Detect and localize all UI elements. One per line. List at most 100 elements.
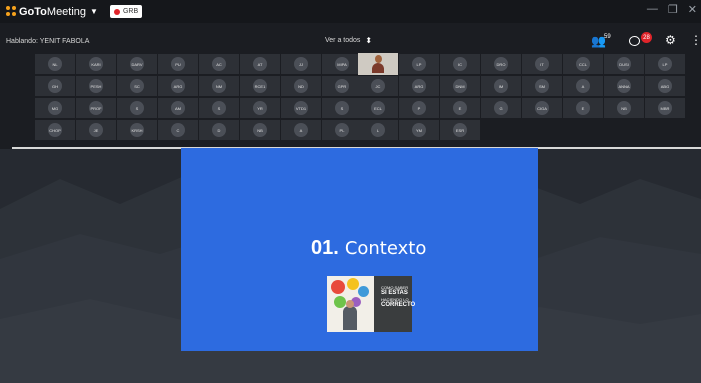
chat-icon[interactable] [629,36,640,46]
participant-tile[interactable]: KRSH [117,120,157,140]
participant-initials: ABG [658,79,672,93]
close-icon[interactable]: ✕ [688,3,697,16]
participant-initials: A [294,123,308,137]
participant-tile[interactable]: ECL [358,98,398,118]
participant-tile[interactable]: PL [322,120,362,140]
participant-initials: CIGA [535,101,549,115]
view-all-toggle[interactable]: Ver a todos ⬍ [325,36,372,45]
chevron-down-icon[interactable]: ▼ [90,7,98,16]
participant-initials: IM [494,79,508,93]
participant-tile[interactable]: ARG [399,76,439,96]
participant-initials: LP [658,57,672,71]
participant-initials: JJ [294,57,308,71]
participant-initials: NM [212,79,226,93]
minimize-icon[interactable]: — [647,3,658,16]
participant-tile[interactable]: E [563,98,603,118]
participant-initials: AM [171,101,185,115]
participant-tile[interactable]: YM [399,120,439,140]
participant-initials: PESH [89,79,103,93]
participant-tile[interactable]: SC [117,76,157,96]
participant-initials: GH [48,79,62,93]
participant-tile[interactable]: ABG [645,76,685,96]
participant-tile[interactable]: ND [281,76,321,96]
participant-initials: C [171,123,185,137]
participant-tile[interactable]: IT [522,54,562,74]
participant-initials: IC [453,57,467,71]
participant-tile[interactable]: KARI [76,54,116,74]
participant-tile[interactable]: E [440,98,480,118]
participant-tile[interactable]: AM [158,98,198,118]
participant-tile[interactable]: IM [481,76,521,96]
participant-tile[interactable]: LP [399,54,439,74]
participant-initials: YR [253,101,267,115]
participant-initials: S [130,101,144,115]
participant-tile[interactable]: DNM [440,76,480,96]
participant-tile[interactable]: C [158,120,198,140]
participants-count: 59 [604,34,611,40]
logo-bold-text: GoTo [19,5,47,18]
participant-tile[interactable]: PROF [76,98,116,118]
participant-video-tile[interactable] [358,53,398,75]
participant-tile[interactable]: VTD1 [281,98,321,118]
participant-initials: CCL [576,57,590,71]
participant-tile[interactable]: G [481,98,521,118]
participant-tile[interactable]: A [563,76,603,96]
participant-tile[interactable]: ANNA [604,76,644,96]
recording-button[interactable]: GRB [109,5,143,18]
participant-initials: JC [371,79,385,93]
participant-tile[interactable]: D [199,120,239,140]
participant-tile[interactable]: JC [358,76,398,96]
participant-tile[interactable]: MG [35,98,75,118]
logo-regular-text: Meeting [46,5,87,18]
participant-tile[interactable]: JJ [281,54,321,74]
participant-tile[interactable]: S [199,98,239,118]
participant-tile[interactable]: ESR [440,120,480,140]
participant-tile[interactable]: YR [240,98,280,118]
app-logo[interactable]: GoTo Meeting ▼ [6,6,98,18]
participant-tile[interactable]: NB [240,120,280,140]
participant-tile[interactable]: CIGA [522,98,562,118]
participant-tile[interactable]: SM [522,76,562,96]
window-controls: — ❐ ✕ [647,3,697,16]
participant-tile[interactable]: S [117,98,157,118]
book-line-2: SI ESTAS [381,290,408,296]
participant-initials: S [335,101,349,115]
slide-title: Contexto [344,238,427,259]
participant-tile[interactable]: IC [440,54,480,74]
participant-tile[interactable]: NM [199,76,239,96]
participant-tile[interactable]: NL [35,54,75,74]
participant-tile[interactable]: NB [604,98,644,118]
participant-initials: MG [48,101,62,115]
participant-initials: PU [171,57,185,71]
participant-tile[interactable]: PU [158,54,198,74]
participant-tile[interactable]: DARV [117,54,157,74]
participant-tile[interactable]: L [358,120,398,140]
participant-tile[interactable]: MBR [645,98,685,118]
participant-tile[interactable]: AC [199,54,239,74]
participant-tile[interactable]: AT [240,54,280,74]
participant-initials: YM [412,123,426,137]
settings-gear-icon[interactable]: ⚙ [665,33,676,47]
participant-initials: KARI [89,57,103,71]
participant-tile[interactable]: P [399,98,439,118]
participant-tile[interactable]: GH [35,76,75,96]
participant-tile[interactable]: A [281,120,321,140]
participant-tile[interactable]: ARG [158,76,198,96]
more-options-icon[interactable]: ⋮ [690,33,701,47]
slide-heading: 01. Contexto [311,237,426,260]
participant-tile[interactable]: CHOP [35,120,75,140]
participant-tile[interactable]: DUSI [604,54,644,74]
participant-tile[interactable]: RCE1 [240,76,280,96]
participant-initials: DNM [453,79,467,93]
participant-tile[interactable]: JE [76,120,116,140]
participant-tile[interactable]: GPR [322,76,362,96]
participant-tile[interactable]: MIPA [322,54,362,74]
participant-tile[interactable]: DRO [481,54,521,74]
participant-tile[interactable]: LP [645,54,685,74]
participant-tile[interactable]: PESH [76,76,116,96]
participant-initials: NB [617,101,631,115]
restore-icon[interactable]: ❐ [668,3,678,16]
gotomeeting-logo-icon [6,6,17,17]
participant-tile[interactable]: CCL [563,54,603,74]
participant-tile[interactable]: S [322,98,362,118]
